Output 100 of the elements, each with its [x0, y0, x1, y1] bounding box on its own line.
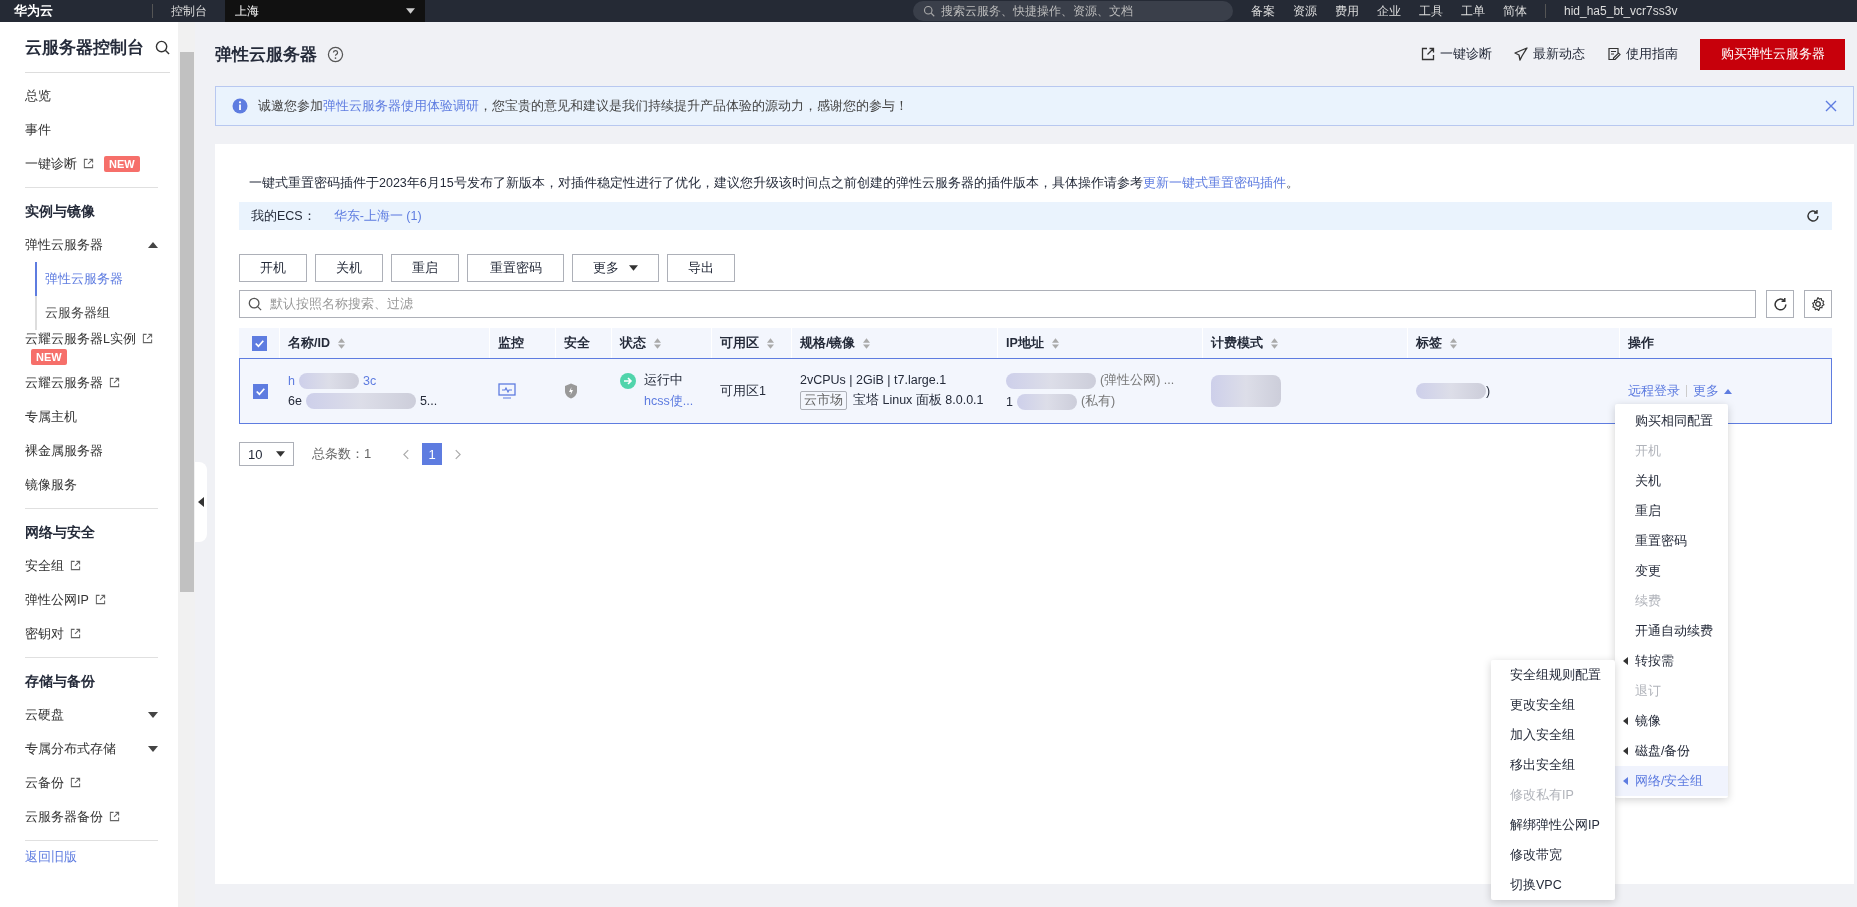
page-button[interactable]: 1	[422, 443, 443, 465]
external-link-icon	[109, 811, 121, 822]
survey-link[interactable]: 弹性云服务器使用体验调研	[323, 98, 479, 113]
buy-button[interactable]: 购买弹性云服务器	[1700, 38, 1845, 70]
toolbar-button[interactable]: 关机	[315, 254, 383, 282]
language-link[interactable]: 简体	[1503, 2, 1527, 20]
update-plugin-link[interactable]: 更新一键式重置密码插件	[1142, 176, 1286, 190]
checkbox[interactable]	[252, 383, 268, 399]
toolbar-button[interactable]: 开机	[239, 254, 307, 282]
settings-button[interactable]	[1804, 290, 1832, 318]
search-field[interactable]: 默认按照名称搜索、过滤	[239, 290, 1756, 318]
menu-item[interactable]: 移出安全组	[1491, 750, 1615, 780]
sidebar-subitem[interactable]: 云服务器组	[35, 296, 158, 330]
sidebar-item[interactable]: 云耀云服务器	[25, 366, 158, 400]
page-size-select[interactable]: 10	[239, 442, 294, 466]
header-link[interactable]: 最新动态	[1514, 45, 1585, 63]
sidebar-item[interactable]: 镜像服务	[25, 468, 158, 502]
private-ip-text: (私有)	[1080, 393, 1116, 410]
menu-item[interactable]: 加入安全组	[1491, 720, 1615, 750]
sort-icon	[1450, 337, 1457, 349]
region-selector[interactable]: 上海	[225, 0, 425, 22]
menu-item[interactable]: 变更	[1615, 556, 1728, 586]
sidebar-item[interactable]: 总览	[25, 79, 158, 113]
help-icon[interactable]	[327, 45, 344, 63]
header-link[interactable]: 一键诊断	[1421, 45, 1492, 63]
menu-item[interactable]: 更改安全组	[1491, 690, 1615, 720]
sidebar-item[interactable]: 云服务器备份	[25, 800, 158, 834]
scrollbar-thumb[interactable]	[179, 52, 194, 592]
sidebar-item[interactable]: 事件	[25, 113, 158, 147]
sidebar-item[interactable]: 裸金属服务器	[25, 434, 158, 468]
search-icon[interactable]	[155, 39, 170, 55]
sidebar-item[interactable]: 专属主机	[25, 400, 158, 434]
refresh-icon	[1772, 296, 1788, 312]
toolbar-button[interactable]: 重置密码	[467, 254, 564, 282]
more-link[interactable]: 更多	[1693, 382, 1732, 400]
sidebar-item[interactable]: 弹性公网IP	[25, 583, 158, 617]
sort-icon	[338, 337, 345, 349]
menu-item[interactable]: 安全组规则配置	[1491, 660, 1615, 690]
section-heading: 存储与备份	[25, 672, 96, 691]
menu-item[interactable]: 转按需	[1615, 646, 1728, 676]
menu-item[interactable]: 开通自动续费	[1615, 616, 1728, 646]
back-to-old-version-link[interactable]: 返回旧版	[25, 850, 77, 864]
sidebar-item[interactable]: 云耀云服务器L实例 NEW	[25, 330, 158, 366]
sidebar-item[interactable]: 一键诊断 NEW	[25, 147, 158, 181]
info-icon	[232, 98, 248, 114]
menu-item[interactable]: 解绑弹性公网IP	[1491, 810, 1615, 840]
sidebar-subitem[interactable]: 弹性云服务器	[35, 262, 158, 296]
top-nav-link[interactable]: 工具	[1419, 2, 1443, 20]
sidebar-item[interactable]: 云硬盘	[25, 698, 158, 732]
user-name[interactable]: hid_ha5_bt_vcr7ss3v	[1564, 4, 1678, 18]
instance-name-end[interactable]: 3c	[362, 374, 377, 388]
toolbar-button[interactable]: 重启	[391, 254, 459, 282]
logo-text[interactable]: 华为云	[14, 2, 134, 20]
next-page-icon[interactable]	[454, 448, 462, 460]
image-text: 宝塔 Linux 面板 8.0.0.1	[853, 391, 984, 409]
previous-page-icon[interactable]	[403, 448, 411, 460]
menu-item[interactable]: 关机	[1615, 466, 1728, 496]
section-heading: 网络与安全	[25, 523, 96, 542]
submenu-arrow-icon	[1623, 657, 1628, 665]
sidebar-item[interactable]: 安全组	[25, 549, 158, 583]
top-nav-link[interactable]: 备案	[1251, 2, 1275, 20]
menu-item[interactable]: 镜像	[1615, 706, 1728, 736]
sort-icon	[654, 337, 661, 349]
new-badge: NEW	[31, 349, 67, 365]
console-link[interactable]: 控制台	[171, 2, 207, 20]
sidebar-item[interactable]: 专属分布式存储	[25, 732, 158, 766]
collapse-sidebar-handle[interactable]	[195, 462, 207, 542]
search-icon	[923, 5, 935, 17]
top-nav-link[interactable]: 企业	[1377, 2, 1401, 20]
toolbar-button[interactable]: 导出	[667, 254, 735, 282]
header-link[interactable]: 使用指南	[1607, 45, 1678, 63]
checkbox[interactable]	[251, 335, 267, 351]
menu-item[interactable]: 磁盘/备份	[1615, 736, 1728, 766]
region-link[interactable]: 华东-上海一 (1)	[333, 207, 422, 225]
instance-name-start[interactable]: h	[288, 374, 295, 388]
sidebar-item[interactable]: 云备份	[25, 766, 158, 800]
sort-icon	[1051, 337, 1059, 349]
sidebar-item[interactable]: 密钥对	[25, 617, 158, 651]
shield-icon[interactable]	[564, 383, 578, 399]
menu-item[interactable]: 切换VPC	[1491, 870, 1615, 900]
toolbar-button[interactable]: 更多	[572, 254, 659, 282]
search-icon	[248, 297, 262, 311]
redacted-area	[1416, 383, 1486, 399]
external-link-icon	[1421, 47, 1435, 61]
refresh-icon[interactable]	[1806, 209, 1820, 223]
refresh-button[interactable]	[1766, 290, 1794, 318]
monitor-icon[interactable]	[498, 383, 516, 399]
remote-login-link[interactable]: 远程登录	[1628, 382, 1680, 400]
status-note-link[interactable]: hcss使...	[644, 393, 694, 410]
menu-item[interactable]: 网络/安全组	[1615, 766, 1728, 796]
sidebar-item[interactable]: 弹性云服务器	[25, 228, 158, 262]
menu-item[interactable]: 重启	[1615, 496, 1728, 526]
menu-item[interactable]: 重置密码	[1615, 526, 1728, 556]
top-nav-link[interactable]: 资源	[1293, 2, 1317, 20]
search-field[interactable]: 搜索云服务、快捷操作、资源、文档	[913, 1, 1233, 21]
top-nav-link[interactable]: 工单	[1461, 2, 1485, 20]
top-nav-link[interactable]: 费用	[1335, 2, 1359, 20]
close-icon[interactable]	[1825, 100, 1837, 112]
menu-item[interactable]: 修改带宽	[1491, 840, 1615, 870]
sort-icon	[767, 337, 774, 349]
